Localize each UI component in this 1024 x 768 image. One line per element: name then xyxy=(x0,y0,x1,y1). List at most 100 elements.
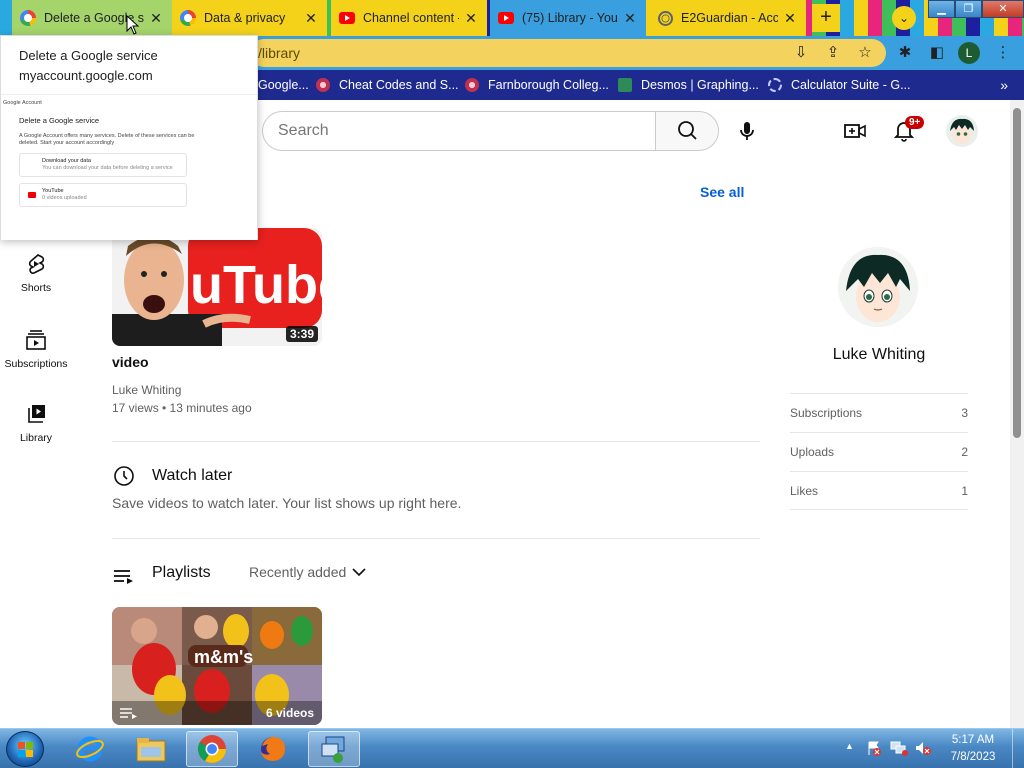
bookmarks-overflow-icon[interactable]: » xyxy=(1000,70,1008,100)
stat-label: Subscriptions xyxy=(790,406,863,420)
volume-muted-icon[interactable] xyxy=(914,740,932,756)
see-all-link[interactable]: See all xyxy=(700,184,744,200)
tab-title: E2Guardian - Access Denied xyxy=(681,11,778,25)
install-icon[interactable]: ⇩ xyxy=(792,44,810,62)
profile-stats: Subscriptions 3 Uploads 2 Likes 1 xyxy=(790,393,968,510)
menu-icon[interactable]: ⋮ xyxy=(994,44,1012,62)
side-panel-icon[interactable]: ◧ xyxy=(928,44,946,62)
playlists-sort-dropdown[interactable]: Recently added xyxy=(249,564,366,580)
tray-expand-icon[interactable]: ▲ xyxy=(845,741,854,751)
sidebar-item-shorts[interactable]: Shorts xyxy=(0,252,72,294)
bookmark-farnborough[interactable]: Farnborough Colleg... xyxy=(465,70,609,100)
create-video-button[interactable] xyxy=(842,118,868,144)
hover-card-domain: myaccount.google.com xyxy=(19,68,153,83)
star-icon[interactable]: ☆ xyxy=(856,44,874,62)
internet-explorer-icon xyxy=(76,736,104,762)
sidebar-item-label: Subscriptions xyxy=(4,358,68,370)
playlist-icon xyxy=(114,570,133,584)
flower-icon xyxy=(316,78,330,92)
extensions-icon[interactable]: ✱ xyxy=(896,44,914,62)
preview-line: deleted. Start your account accordingly xyxy=(19,140,115,146)
minimize-button[interactable]: ▁ xyxy=(928,0,955,18)
video-thumbnail[interactable]: uTube 3:39 xyxy=(112,228,322,346)
playlist-thumbnail[interactable]: m&m's 6 videos xyxy=(112,607,322,725)
stat-row: Subscriptions 3 xyxy=(790,393,968,432)
flower-icon xyxy=(465,78,479,92)
folder-icon xyxy=(136,738,166,762)
youtube-icon xyxy=(28,192,36,198)
page-scrollbar[interactable] xyxy=(1010,100,1024,728)
microphone-icon xyxy=(740,122,754,140)
chevron-down-icon xyxy=(352,568,366,577)
profile-name: Luke Whiting xyxy=(832,346,926,363)
stat-value: 2 xyxy=(961,445,968,459)
search-input[interactable]: Search xyxy=(262,111,656,151)
tab-hover-card: Delete a Google service myaccount.google… xyxy=(0,35,258,240)
bookmark-google[interactable]: Google... xyxy=(258,70,309,100)
video-title[interactable]: video xyxy=(112,354,149,370)
restore-button[interactable]: ❐ xyxy=(955,0,982,18)
window-close-button[interactable]: ✕ xyxy=(982,0,1024,18)
search-icon xyxy=(678,121,697,140)
search-button[interactable] xyxy=(655,111,719,151)
close-icon[interactable]: ✕ xyxy=(622,10,638,27)
bookmark-calculator[interactable]: Calculator Suite - G... xyxy=(768,70,911,100)
globe-icon xyxy=(658,10,673,26)
chrome-icon xyxy=(198,735,226,763)
close-icon[interactable]: ✕ xyxy=(782,10,798,27)
tab-delete-google-service[interactable]: Delete a Google service ✕ xyxy=(12,0,172,36)
bookmark-desmos[interactable]: Desmos | Graphing... xyxy=(618,70,759,100)
tab-title: Channel content - YouTube Studio xyxy=(363,11,459,25)
sidebar-item-subscriptions[interactable]: Subscriptions xyxy=(0,328,72,370)
close-icon[interactable]: ✕ xyxy=(463,10,479,27)
taskbar-file-explorer[interactable] xyxy=(125,731,177,767)
bookmark-label: Desmos | Graphing... xyxy=(641,78,759,92)
taskbar-chrome[interactable] xyxy=(186,731,238,767)
voice-search-button[interactable] xyxy=(732,116,762,146)
close-icon[interactable]: ✕ xyxy=(148,10,164,27)
new-tab-button[interactable]: + xyxy=(812,4,840,32)
preview-heading: Delete a Google service xyxy=(19,116,100,125)
watch-later-title[interactable]: Watch later xyxy=(152,467,232,485)
action-center-icon[interactable] xyxy=(866,740,882,756)
tab-library[interactable]: (75) Library - YouTube ✕ xyxy=(490,0,646,36)
desmos-icon xyxy=(618,78,632,92)
mouse-cursor-icon xyxy=(126,15,140,35)
show-desktop-button[interactable] xyxy=(1012,729,1024,768)
bookmark-label: Cheat Codes and S... xyxy=(339,78,459,92)
network-icon[interactable] xyxy=(890,740,908,756)
tab-title: (75) Library - YouTube xyxy=(522,11,618,25)
hover-card-title: Delete a Google service xyxy=(19,48,158,63)
tab-search-button[interactable]: ⌄ xyxy=(892,6,916,30)
taskbar-firefox[interactable] xyxy=(247,731,299,767)
google-icon xyxy=(180,10,196,26)
youtube-icon xyxy=(498,12,514,24)
profile-avatar xyxy=(838,247,918,327)
taskbar-internet-explorer[interactable] xyxy=(64,731,116,767)
taskbar-network-app[interactable] xyxy=(308,731,360,767)
clock-time[interactable]: 5:17 AM xyxy=(942,734,1004,746)
profile-avatar-button[interactable]: L xyxy=(958,42,980,64)
preview-line: A Google Account offers many services. D… xyxy=(19,133,195,139)
scrollbar-thumb[interactable] xyxy=(1013,108,1021,438)
tab-channel-content[interactable]: Channel content - YouTube Studio ✕ xyxy=(331,0,487,36)
tab-e2guardian[interactable]: E2Guardian - Access Denied ✕ xyxy=(650,0,806,36)
video-channel[interactable]: Luke Whiting xyxy=(112,383,181,397)
address-bar[interactable]: /library xyxy=(250,39,886,67)
share-icon[interactable]: ⇪ xyxy=(824,44,842,62)
preview-item-title: Download your data xyxy=(42,158,91,164)
close-icon[interactable]: ✕ xyxy=(303,10,319,27)
clock-date[interactable]: 7/8/2023 xyxy=(942,751,1004,763)
tab-data-privacy[interactable]: Data & privacy ✕ xyxy=(172,0,327,36)
account-avatar-button[interactable] xyxy=(946,115,978,147)
sidebar-item-label: Library xyxy=(19,432,53,444)
bookmark-cheat-codes[interactable]: Cheat Codes and S... xyxy=(316,70,459,100)
notification-badge: 9+ xyxy=(905,116,925,129)
preview-brand: Google Account xyxy=(3,100,42,106)
section-divider xyxy=(112,441,760,442)
sidebar-item-library[interactable]: Library xyxy=(0,402,72,444)
start-button[interactable] xyxy=(6,731,44,767)
bookmark-label: Google... xyxy=(258,78,309,92)
playlist-video-count: 6 videos xyxy=(265,706,314,720)
preview-item-sub: 0 videos uploaded xyxy=(42,195,87,201)
